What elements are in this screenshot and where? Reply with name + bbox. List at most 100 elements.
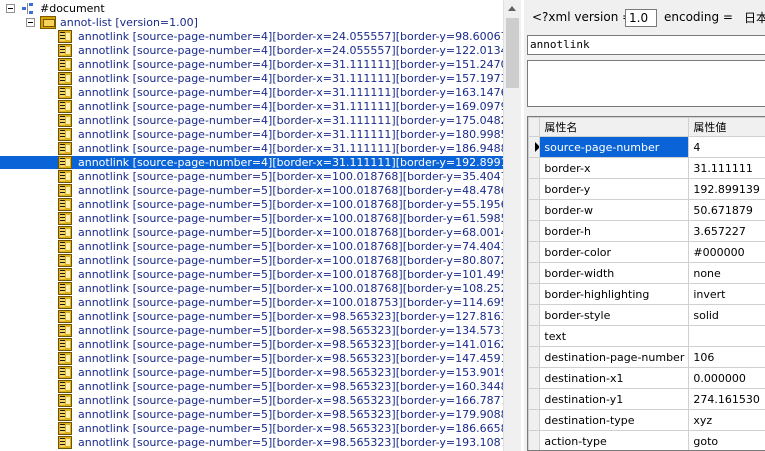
tree-annotlink-node[interactable]: annotlink [source-page-number=5][border-… <box>0 366 503 379</box>
row-header[interactable] <box>528 325 541 347</box>
tree-annotlink-node[interactable]: annotlink [source-page-number=5][border-… <box>0 226 503 239</box>
attribute-name-cell[interactable]: border-x <box>539 157 690 179</box>
tree-annotlink-node[interactable]: annotlink [source-page-number=5][border-… <box>0 352 503 365</box>
tree-annotlink-node[interactable]: annotlink [source-page-number=5][border-… <box>0 240 503 253</box>
attribute-row[interactable]: border-width none <box>528 262 765 284</box>
tree-annotlink-node[interactable]: annotlink [source-page-number=5][border-… <box>0 436 503 449</box>
attribute-row[interactable]: destination-type xyz <box>528 409 765 431</box>
tree-annot-list-node[interactable]: annot-list [version=1.00] <box>0 16 503 29</box>
attribute-name-cell[interactable]: destination-type <box>539 409 690 431</box>
collapse-toggle-icon[interactable] <box>26 18 35 27</box>
xml-version-field[interactable]: 1.0 <box>625 9 657 27</box>
tree-annotlink-node[interactable]: annotlink [source-page-number=5][border-… <box>0 268 503 281</box>
tree-annotlink-node[interactable]: annotlink [source-page-number=5][border-… <box>0 254 503 267</box>
attribute-row[interactable]: border-y 192.899139 <box>528 178 765 200</box>
encoding-field[interactable]: 日本語 <box>744 9 765 27</box>
attribute-value-column-header[interactable]: 属性値 <box>688 117 765 137</box>
row-header[interactable] <box>528 262 541 284</box>
attribute-value-cell[interactable]: 4 <box>688 136 765 158</box>
tree-annotlink-node[interactable]: annotlink [source-page-number=4][border-… <box>0 142 503 155</box>
tree-annotlink-node[interactable]: annotlink [source-page-number=5][border-… <box>0 338 503 351</box>
tree-annotlink-node[interactable]: annotlink [source-page-number=5][border-… <box>0 380 503 393</box>
row-header[interactable] <box>528 157 541 179</box>
attribute-value-cell[interactable]: goto <box>688 430 765 450</box>
tree-annotlink-node[interactable]: annotlink [source-page-number=5][border-… <box>0 324 503 337</box>
tree-annotlink-node[interactable]: annotlink [source-page-number=5][border-… <box>0 212 503 225</box>
attribute-name-cell[interactable]: text <box>539 325 690 347</box>
row-header[interactable] <box>528 241 541 263</box>
tree-annotlink-node[interactable]: annotlink [source-page-number=5][border-… <box>0 184 503 197</box>
tree-annotlink-node[interactable]: annotlink [source-page-number=5][border-… <box>0 394 503 407</box>
attribute-value-cell[interactable]: solid <box>688 304 765 326</box>
attribute-value-cell[interactable]: 192.899139 <box>688 178 765 200</box>
tree-annotlink-node[interactable]: annotlink [source-page-number=4][border-… <box>0 114 503 127</box>
attribute-row[interactable]: border-x 31.111111 <box>528 157 765 179</box>
tree-annotlink-node[interactable]: annotlink [source-page-number=5][border-… <box>0 408 503 421</box>
attribute-value-cell[interactable]: 31.111111 <box>688 157 765 179</box>
row-header[interactable] <box>528 409 541 431</box>
tree-annotlink-node[interactable]: annotlink [source-page-number=5][border-… <box>0 170 503 183</box>
attribute-name-cell[interactable]: border-y <box>539 178 690 200</box>
scroll-up-arrow-icon[interactable] <box>504 0 521 17</box>
tree-annotlink-node[interactable]: annotlink [source-page-number=5][border-… <box>0 198 503 211</box>
row-header[interactable] <box>528 136 541 158</box>
attribute-row[interactable]: destination-x1 0.000000 <box>528 367 765 389</box>
row-header[interactable] <box>528 430 541 450</box>
row-header[interactable] <box>528 367 541 389</box>
attribute-name-cell[interactable]: source-page-number <box>539 136 690 158</box>
tree-annotlink-node[interactable]: annotlink [source-page-number=4][border-… <box>0 30 503 43</box>
xml-tree-view[interactable]: #document annot-list [version=1.00] anno… <box>0 0 504 451</box>
tree-annotlink-node[interactable]: annotlink [source-page-number=4][border-… <box>0 128 503 141</box>
attribute-value-cell[interactable]: none <box>688 262 765 284</box>
element-text-area[interactable] <box>527 60 765 107</box>
attribute-name-cell[interactable]: border-h <box>539 220 690 242</box>
attribute-row[interactable]: border-style solid <box>528 304 765 326</box>
attribute-name-cell[interactable]: action-type <box>539 430 690 450</box>
tree-annotlink-node[interactable]: annotlink [source-page-number=5][border-… <box>0 282 503 295</box>
attribute-name-cell[interactable]: destination-page-number <box>539 346 690 368</box>
row-header[interactable] <box>528 304 541 326</box>
attribute-row[interactable]: border-h 3.657227 <box>528 220 765 242</box>
tree-annotlink-node[interactable]: annotlink [source-page-number=4][border-… <box>0 156 503 169</box>
attribute-value-cell[interactable]: invert <box>688 283 765 305</box>
attribute-name-cell[interactable]: border-color <box>539 241 690 263</box>
attribute-value-cell[interactable]: xyz <box>688 409 765 431</box>
attribute-name-cell[interactable]: destination-x1 <box>539 367 690 389</box>
tree-annotlink-node[interactable]: annotlink [source-page-number=5][border-… <box>0 310 503 323</box>
attribute-value-cell[interactable]: 274.161530 <box>688 388 765 410</box>
row-header[interactable] <box>528 220 541 242</box>
attribute-value-cell[interactable]: 106 <box>688 346 765 368</box>
element-name-field[interactable]: annotlink <box>527 35 765 55</box>
attribute-row[interactable]: text <box>528 325 765 347</box>
tree-annotlink-node[interactable]: annotlink [source-page-number=4][border-… <box>0 100 503 113</box>
attribute-grid[interactable]: 属性名 属性値 source-page-number 4 border-x 31.11… <box>527 116 765 451</box>
tree-annotlink-node[interactable]: annotlink [source-page-number=5][border-… <box>0 296 503 309</box>
row-header[interactable] <box>528 199 541 221</box>
attribute-value-cell[interactable]: 0.000000 <box>688 367 765 389</box>
scroll-thumb[interactable] <box>506 18 519 88</box>
attribute-value-cell[interactable]: 50.671879 <box>688 199 765 221</box>
attribute-name-cell[interactable]: border-w <box>539 199 690 221</box>
row-header[interactable] <box>528 346 541 368</box>
attribute-value-cell[interactable]: #000000 <box>688 241 765 263</box>
collapse-toggle-icon[interactable] <box>6 4 15 13</box>
attribute-row[interactable]: border-highlighting invert <box>528 283 765 305</box>
attribute-name-cell[interactable]: border-style <box>539 304 690 326</box>
attribute-name-cell[interactable]: border-width <box>539 262 690 284</box>
attribute-row[interactable]: action-type goto <box>528 430 765 450</box>
attribute-row[interactable]: destination-page-number 106 <box>528 346 765 368</box>
row-header[interactable] <box>528 283 541 305</box>
tree-root-node[interactable]: #document <box>0 2 503 15</box>
attribute-row[interactable]: destination-y1 274.161530 <box>528 388 765 410</box>
attribute-row[interactable]: border-w 50.671879 <box>528 199 765 221</box>
attribute-value-cell[interactable] <box>688 325 765 347</box>
attribute-row[interactable]: source-page-number 4 <box>528 136 765 158</box>
attribute-name-cell[interactable]: border-highlighting <box>539 283 690 305</box>
row-header[interactable] <box>528 388 541 410</box>
row-header[interactable] <box>528 178 541 200</box>
tree-annotlink-node[interactable]: annotlink [source-page-number=4][border-… <box>0 58 503 71</box>
tree-annotlink-node[interactable]: annotlink [source-page-number=4][border-… <box>0 86 503 99</box>
tree-annotlink-node[interactable]: annotlink [source-page-number=4][border-… <box>0 72 503 85</box>
attribute-value-cell[interactable]: 3.657227 <box>688 220 765 242</box>
tree-annotlink-node[interactable]: annotlink [source-page-number=4][border-… <box>0 44 503 57</box>
